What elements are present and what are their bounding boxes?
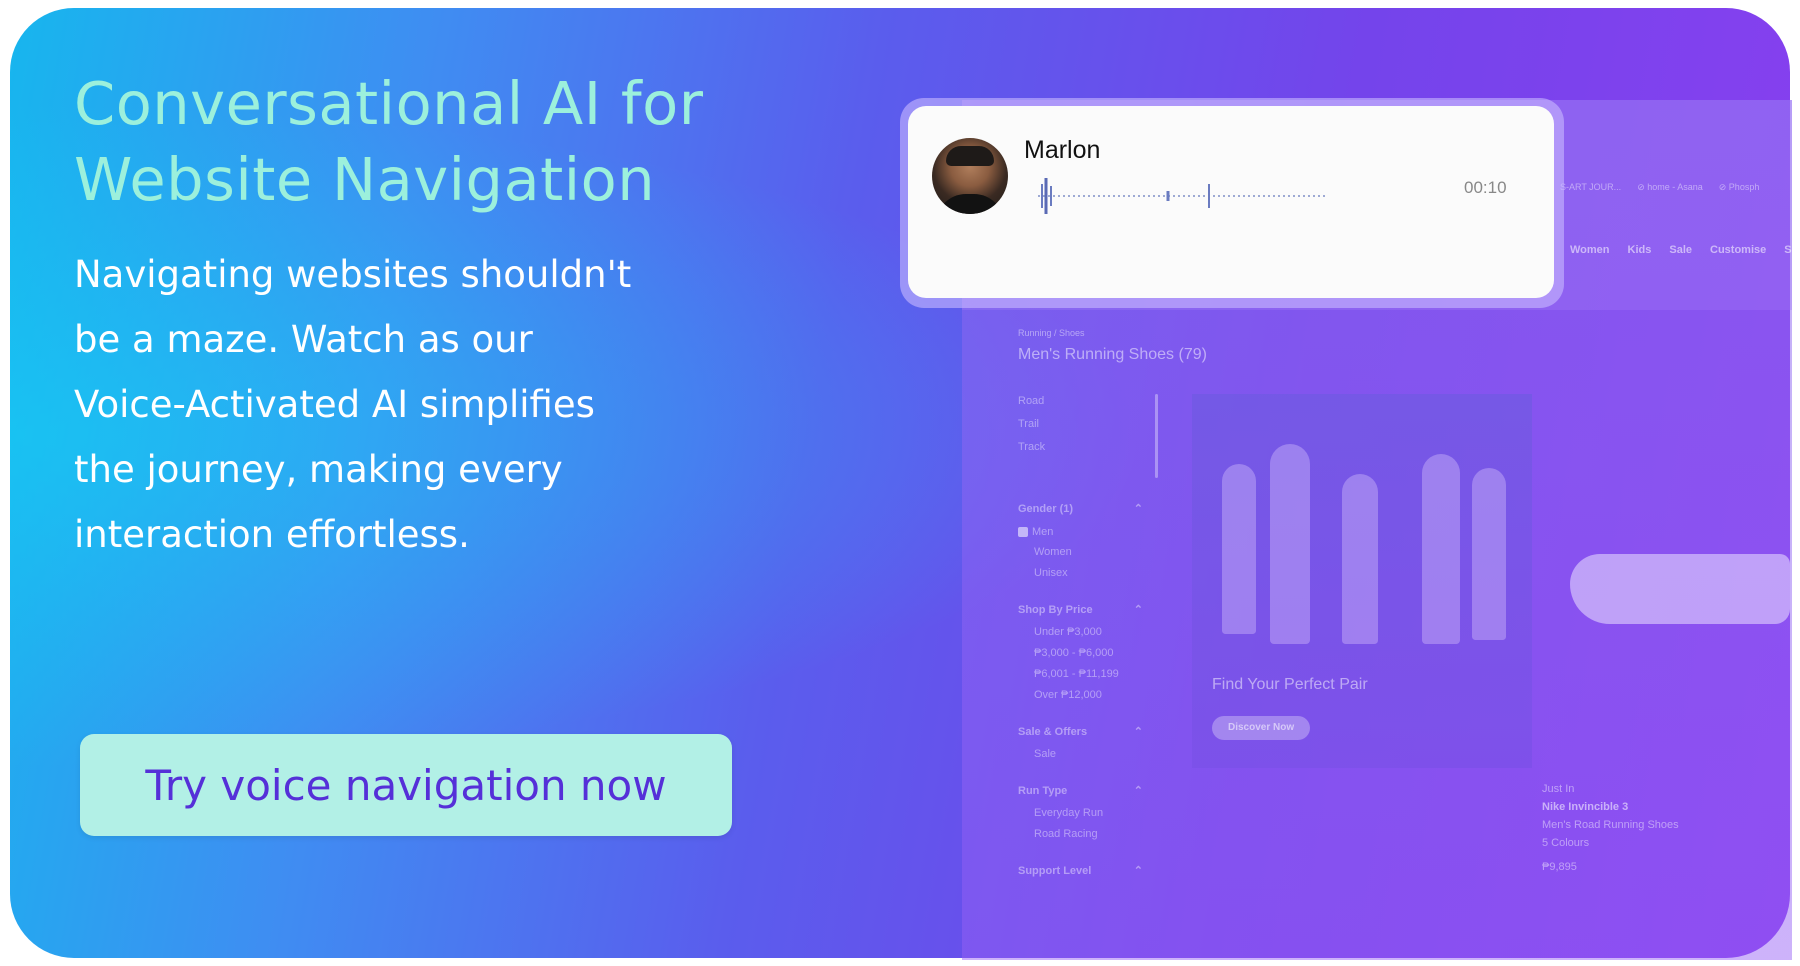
category-item: Track	[1018, 441, 1046, 453]
runner-figure	[1422, 454, 1460, 644]
website-heading: Men's Running Shoes (79)	[1018, 346, 1207, 363]
filter-option-label: Men	[1032, 525, 1054, 538]
product-colours: 5 Colours	[1542, 837, 1590, 849]
runner-figure	[1270, 444, 1310, 644]
website-breadcrumb: Running / Shoes	[1018, 328, 1085, 338]
description-line: the journey, making every	[74, 448, 563, 491]
filter-option: Unisex	[1034, 567, 1068, 579]
try-voice-navigation-button[interactable]: Try voice navigation now	[80, 734, 732, 836]
nav-item-sn: SN	[1784, 244, 1800, 256]
filter-heading-run-type: Run Type ⌃	[1018, 779, 1143, 803]
avatar-shirt	[936, 194, 1004, 214]
website-nav: Women Kids Sale Customise SN	[1570, 244, 1800, 256]
checkbox-checked-icon	[1018, 526, 1028, 537]
hero-title-line: Conversational AI for	[74, 69, 704, 138]
runner-figure	[1222, 464, 1256, 634]
product-name: Nike Invincible 3	[1542, 801, 1629, 813]
product-badge: Just In	[1542, 783, 1575, 795]
filter-heading-support: Support Level ⌃	[1018, 859, 1143, 883]
nav-item-customise: Customise	[1710, 244, 1767, 256]
filter-heading-gender: Gender (1) ⌃	[1018, 497, 1143, 521]
product-info: Just In Nike Invincible 3 Men's Road Run…	[1542, 780, 1679, 876]
avatar-hair	[946, 146, 994, 166]
promo-text: Find Your Perfect Pair	[1212, 676, 1368, 693]
nav-item-kids: Kids	[1627, 244, 1652, 256]
chevron-up-icon: ⌃	[1133, 503, 1143, 515]
description-line: interaction effortless.	[74, 513, 470, 556]
promo-banner: Find Your Perfect Pair Discover Now	[1192, 394, 1532, 768]
product-card	[1540, 394, 1792, 694]
website-filter-sidebar: Road Trail Track Gender (1) ⌃ Men Women …	[1018, 390, 1143, 883]
filter-heading-label: Gender (1)	[1018, 503, 1074, 515]
filter-scrollbar	[1155, 394, 1158, 478]
shoe-image	[1570, 554, 1790, 624]
filter-option: Road Racing	[1034, 828, 1098, 840]
category-item: Trail	[1018, 418, 1039, 430]
hero-title-line: Website Navigation	[74, 145, 656, 214]
filter-heading-label: Support Level	[1018, 865, 1092, 877]
speaker-name: Marlon	[1024, 136, 1101, 164]
filter-heading-sale: Sale & Offers ⌃	[1018, 720, 1143, 744]
filter-heading-label: Shop By Price	[1018, 604, 1093, 616]
product-category: Men's Road Running Shoes	[1542, 819, 1679, 831]
nav-item-women: Women	[1570, 244, 1610, 256]
bookmark-item: S-ART JOUR...	[1560, 182, 1622, 192]
filter-option: Under ₱3,000	[1034, 626, 1102, 638]
product-price: ₱9,895	[1542, 861, 1577, 873]
nav-item-sale: Sale	[1669, 244, 1693, 256]
chevron-up-icon: ⌃	[1133, 726, 1143, 738]
chevron-up-icon: ⌃	[1133, 865, 1143, 877]
filter-option: Women	[1034, 546, 1072, 558]
filter-option: Everyday Run	[1034, 807, 1104, 819]
filter-heading-label: Run Type	[1018, 785, 1068, 797]
hero-title: Conversational AI for Website Navigation	[74, 66, 704, 218]
description-line: be a maze. Watch as our	[74, 318, 533, 361]
runner-figure	[1472, 468, 1506, 640]
audio-waveform[interactable]	[1038, 174, 1328, 218]
filter-option: ₱6,001 - ₱11,199	[1034, 668, 1119, 680]
filter-option: Over ₱12,000	[1034, 689, 1102, 701]
description-line: Navigating websites shouldn't	[74, 253, 632, 296]
filter-option: ₱3,000 - ₱6,000	[1034, 647, 1114, 659]
chevron-up-icon: ⌃	[1133, 604, 1143, 616]
avatar	[932, 138, 1008, 214]
category-item: Road	[1018, 395, 1045, 407]
filter-heading-label: Sale & Offers	[1018, 726, 1088, 738]
bookmark-item: ⊘ Phosph	[1718, 181, 1760, 192]
filter-option: Sale	[1034, 748, 1057, 760]
bookmark-item: ⊘ home - Asana	[1637, 181, 1703, 192]
hero-description: Navigating websites shouldn't be a maze.…	[74, 242, 674, 567]
chevron-up-icon: ⌃	[1133, 785, 1143, 797]
runner-figure	[1342, 474, 1378, 644]
filter-heading-price: Shop By Price ⌃	[1018, 598, 1143, 622]
audio-timer: 00:10	[1464, 178, 1507, 197]
voice-message-card: Marlon 00:10	[908, 106, 1554, 298]
description-line: Voice-Activated AI simplifies	[74, 383, 595, 426]
website-bookmarks-bar: S-ART JOUR... ⊘ home - Asana ⊘ Phosph	[1560, 176, 1800, 198]
filter-option-men: Men	[1018, 521, 1143, 542]
discover-now-button: Discover Now	[1212, 716, 1311, 740]
